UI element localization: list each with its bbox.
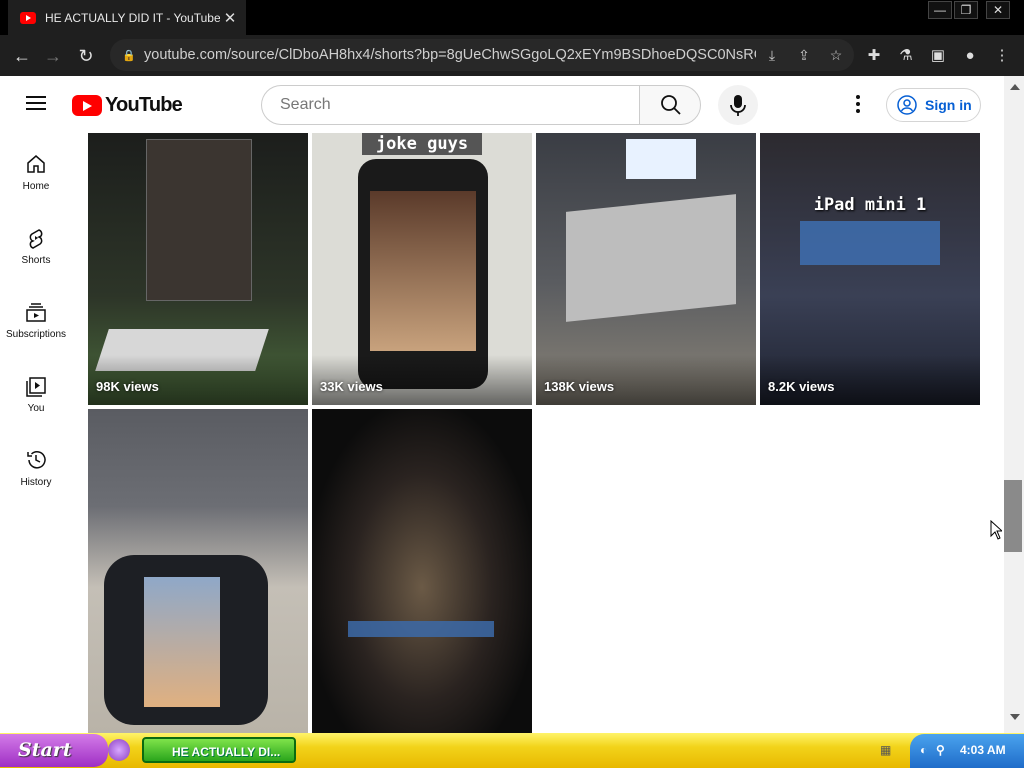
thumbnail-caption: iPad mini 1	[813, 195, 927, 215]
sidebar-label-subscriptions: Subscriptions	[5, 329, 67, 340]
youtube-logo[interactable]: YouTube	[72, 93, 183, 116]
thumbnail-subtitle-box	[348, 621, 494, 637]
back-button[interactable]: ←	[9, 43, 35, 69]
extensions-icon[interactable]: ✚	[863, 45, 885, 67]
page-scrollbar[interactable]	[1004, 76, 1024, 733]
thumbnail-circuit-board	[566, 194, 736, 322]
restore-button[interactable]: ❐	[954, 1, 978, 19]
minimize-button[interactable]: —	[928, 1, 952, 19]
microphone-icon	[730, 95, 746, 116]
sidebar-item-subscriptions[interactable]: Subscriptions	[0, 281, 72, 355]
scroll-up-arrow-icon[interactable]	[1010, 84, 1020, 90]
short-thumbnail[interactable]: iPad mini 1 8.2K views	[760, 133, 980, 405]
short-thumbnail[interactable]	[88, 409, 308, 733]
shorts-icon	[29, 229, 43, 249]
search-button[interactable]	[639, 85, 701, 125]
thumbnail-monitor	[626, 139, 696, 179]
tray-search-icon[interactable]: ⚲	[936, 743, 945, 757]
share-icon[interactable]: ⇪	[788, 47, 820, 64]
tab-close-icon[interactable]: ✕	[220, 9, 240, 27]
sign-in-label: Sign in	[925, 97, 972, 113]
url-text[interactable]: youtube.com/source/ClDboAH8hx4/shorts?bp…	[144, 47, 756, 63]
youtube-favicon-icon	[20, 11, 36, 24]
short-thumbnail[interactable]	[312, 409, 532, 733]
thumbnail-phone-screen	[146, 139, 252, 301]
chrome-menu-icon[interactable]: ⋮	[991, 45, 1013, 67]
subscriptions-icon	[26, 303, 46, 322]
view-count: 33K views	[320, 379, 383, 394]
scroll-down-arrow-icon[interactable]	[1010, 714, 1020, 720]
clock[interactable]: 4:03 AM	[960, 743, 1006, 757]
tab-title: HE ACTUALLY DID IT - YouTube	[45, 10, 220, 25]
forward-button[interactable]: →	[40, 43, 66, 69]
you-icon	[26, 377, 46, 397]
browser-title-bar: HE ACTUALLY DID IT - YouTube ✕ — ❐ ✕	[0, 0, 1024, 35]
sign-in-button[interactable]: Sign in	[886, 88, 981, 122]
sidebar-label-shorts: Shorts	[21, 255, 51, 266]
voice-search-button[interactable]	[718, 85, 758, 125]
sidebar-item-you[interactable]: You	[0, 355, 72, 429]
youtube-masthead: YouTube Sign in	[0, 76, 1004, 133]
labs-flask-icon[interactable]: ⚗	[895, 45, 917, 67]
sidebar-item-shorts[interactable]: Shorts	[0, 207, 72, 281]
guide-menu-icon[interactable]	[24, 92, 48, 116]
short-thumbnail[interactable]: joke guys 33K views	[312, 133, 532, 405]
search-input[interactable]	[278, 95, 622, 115]
profile-avatar-icon[interactable]: ●	[959, 45, 981, 67]
sidebar-label-home: Home	[22, 181, 50, 192]
logo-text: YouTube	[105, 93, 183, 116]
thumbnail-watch	[104, 555, 268, 725]
youtube-play-icon	[72, 94, 102, 116]
scrollbar-thumb[interactable]	[1004, 480, 1022, 552]
search-box[interactable]	[261, 85, 640, 125]
sidebar-item-history[interactable]: History	[0, 429, 72, 503]
sidebar-item-home[interactable]: Home	[0, 133, 72, 207]
install-app-icon[interactable]: ⤓	[756, 47, 788, 64]
mini-guide-sidebar: Home Shorts Subscriptions You History	[0, 133, 72, 733]
side-panel-icon[interactable]: ▣	[927, 45, 949, 67]
view-count: 138K views	[544, 379, 615, 394]
tray-volume-icon[interactable]: ◐	[920, 743, 927, 757]
home-icon	[27, 155, 45, 173]
browser-tab[interactable]: HE ACTUALLY DID IT - YouTube ✕	[8, 0, 246, 35]
short-thumbnail[interactable]: 138K views	[536, 133, 756, 405]
search-icon	[661, 95, 681, 115]
lock-icon[interactable]: 🔒	[122, 49, 136, 62]
view-count: 8.2K views	[768, 379, 835, 394]
sidebar-label-history: History	[20, 477, 52, 488]
account-icon	[897, 95, 917, 115]
short-thumbnail[interactable]: 98K views	[88, 133, 308, 405]
tray-network-icon[interactable]: ▦	[880, 743, 894, 757]
settings-more-icon[interactable]	[846, 92, 870, 116]
view-count: 98K views	[96, 379, 159, 394]
bookmark-star-icon[interactable]: ☆	[820, 47, 852, 64]
start-button[interactable]: Start	[0, 734, 108, 767]
thumbnail-subtitle-box	[800, 221, 940, 265]
taskbar-item-browser[interactable]: HE ACTUALLY DI...	[142, 737, 296, 763]
system-tray: ◐ ⚲ 4:03 AM	[910, 734, 1024, 768]
address-bar[interactable]: 🔒 youtube.com/source/ClDboAH8hx4/shorts?…	[110, 39, 854, 71]
browser-toolbar: ← → ↻ 🔒 youtube.com/source/ClDboAH8hx4/s…	[0, 35, 1024, 76]
taskbar: Start HE ACTUALLY DI... ▦ ◐ ⚲ 4:03 AM	[0, 733, 1024, 768]
sidebar-label-you: You	[27, 403, 45, 414]
reload-button[interactable]: ↻	[73, 43, 99, 69]
close-window-button[interactable]: ✕	[986, 1, 1010, 19]
start-orb-icon	[108, 739, 130, 761]
mouse-cursor-icon	[990, 520, 1002, 540]
thumbnail-caption: joke guys	[362, 133, 482, 155]
history-icon	[27, 451, 46, 469]
